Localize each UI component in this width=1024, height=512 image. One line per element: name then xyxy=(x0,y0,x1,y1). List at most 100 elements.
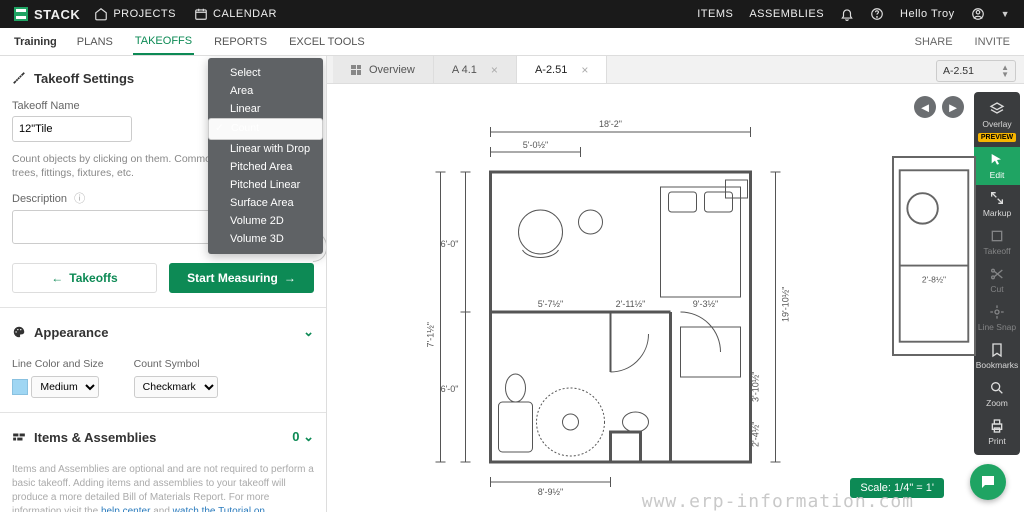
page-tab-2[interactable]: A-2.51 × xyxy=(517,56,607,83)
stepper-icon: ▲▼ xyxy=(1001,64,1009,78)
adjacent-plan-peek: 2'-8½" xyxy=(892,156,976,356)
prev-page-button[interactable]: ◄ xyxy=(914,96,936,118)
measure-type-option[interactable]: Select xyxy=(208,64,323,82)
svg-text:9'-3½": 9'-3½" xyxy=(693,299,718,309)
measure-type-option[interactable]: Pitched Area xyxy=(208,158,323,176)
takeoff-settings-title: Takeoff Settings xyxy=(34,71,134,86)
svg-text:7'-1½": 7'-1½" xyxy=(426,322,436,347)
close-icon[interactable]: × xyxy=(581,63,588,77)
measure-type-option[interactable]: Volume 3D xyxy=(208,230,323,248)
start-measuring-button[interactable]: Start Measuring → xyxy=(169,263,314,293)
page-picker[interactable]: A-2.51 ▲▼ xyxy=(936,60,1016,82)
takeoff-name-input[interactable] xyxy=(12,116,132,142)
items-count-badge: 0 ⌄ xyxy=(292,429,314,445)
rail-markup[interactable]: Markup xyxy=(974,185,1020,223)
line-color-label: Line Color and Size xyxy=(12,358,104,370)
project-name: Training xyxy=(14,36,57,48)
arrow-left-icon: ◄ xyxy=(919,100,932,115)
nav-projects[interactable]: PROJECTS xyxy=(94,7,176,21)
brand[interactable]: STACK xyxy=(14,7,80,22)
svg-text:5'-0½": 5'-0½" xyxy=(523,140,548,150)
caret-down-icon[interactable]: ▼ xyxy=(1001,9,1010,19)
rail-linesnap[interactable]: Line Snap xyxy=(974,299,1020,337)
print-icon xyxy=(989,418,1005,434)
page-tab-bar: Overview A 4.1 × A-2.51 × A-2.51 ▲▼ xyxy=(327,56,1024,84)
measure-type-option[interactable]: Linear xyxy=(208,100,323,118)
items-assemblies-header[interactable]: Items & Assemblies 0 ⌄ xyxy=(12,425,314,455)
line-color-swatch[interactable] xyxy=(12,379,28,395)
tab-excel-tools[interactable]: EXCEL TOOLS xyxy=(287,30,367,54)
help-icon[interactable] xyxy=(870,7,884,21)
top-bar: STACK PROJECTS CALENDAR ITEMS ASSEMBLIES… xyxy=(0,0,1024,28)
back-to-takeoffs-button[interactable]: ← Takeoffs xyxy=(12,263,157,293)
zoom-icon xyxy=(989,380,1005,396)
rail-print[interactable]: Print xyxy=(974,413,1020,451)
back-button-label: Takeoffs xyxy=(69,271,117,285)
svg-text:3'-10½": 3'-10½" xyxy=(751,372,761,402)
svg-text:6'-0": 6'-0" xyxy=(441,239,459,249)
count-symbol-label: Count Symbol xyxy=(134,358,218,370)
bell-icon[interactable] xyxy=(840,7,854,21)
nav-calendar-label: CALENDAR xyxy=(213,8,277,20)
chat-icon xyxy=(979,473,997,491)
cursor-icon xyxy=(989,152,1005,168)
appearance-header[interactable]: Appearance ⌄ xyxy=(12,314,314,350)
tab-takeoffs[interactable]: TAKEOFFS xyxy=(133,29,194,55)
rail-zoom[interactable]: Zoom xyxy=(974,375,1020,413)
nav-assemblies[interactable]: ASSEMBLIES xyxy=(749,8,824,20)
rail-edit[interactable]: Edit xyxy=(974,147,1020,185)
help-center-link[interactable]: help center xyxy=(101,506,150,512)
expand-icon xyxy=(989,190,1005,206)
nav-items[interactable]: ITEMS xyxy=(697,8,733,20)
share-link[interactable]: SHARE xyxy=(915,36,953,48)
line-size-select[interactable]: Medium xyxy=(31,376,99,398)
page-tab-1-label: A 4.1 xyxy=(452,64,477,76)
next-page-button[interactable]: ► xyxy=(942,96,964,118)
svg-text:8'-9½": 8'-9½" xyxy=(538,487,563,497)
start-button-label: Start Measuring xyxy=(187,271,278,285)
count-symbol-select[interactable]: Checkmark xyxy=(134,376,218,398)
preview-badge: PREVIEW xyxy=(978,133,1016,142)
svg-text:5'-7½": 5'-7½" xyxy=(538,299,563,309)
measure-type-option[interactable]: Volume 2D xyxy=(208,212,323,230)
tab-overview-label: Overview xyxy=(369,64,415,76)
brand-text: STACK xyxy=(34,7,80,22)
tab-reports[interactable]: REPORTS xyxy=(212,30,269,54)
page-tab-1[interactable]: A 4.1 × xyxy=(434,56,517,83)
rail-takeoff[interactable]: Takeoff xyxy=(974,223,1020,261)
snap-icon xyxy=(989,304,1005,320)
page-picker-value: A-2.51 xyxy=(943,65,974,77)
items-help-text: Items and Assemblies are optional and ar… xyxy=(12,463,314,512)
rail-cut[interactable]: Cut xyxy=(974,261,1020,299)
info-icon[interactable]: ⓘ xyxy=(74,193,85,205)
scissors-icon xyxy=(989,266,1005,282)
calendar-icon xyxy=(194,7,208,21)
close-icon[interactable]: × xyxy=(491,63,498,77)
chat-widget[interactable] xyxy=(970,464,1006,500)
sidebar: Takeoff Settings ⌄ Takeoff Name Count ob… xyxy=(0,56,327,512)
ruler-icon xyxy=(12,71,26,85)
measure-type-option[interactable]: Count xyxy=(208,118,323,140)
arrow-right-icon: → xyxy=(284,271,296,285)
watermark: www.erp-information.com xyxy=(642,491,914,512)
svg-text:2'-11½": 2'-11½" xyxy=(616,299,646,309)
page-tab-2-label: A-2.51 xyxy=(535,64,567,76)
tab-overview[interactable]: Overview xyxy=(333,56,434,83)
floorplan-viewport[interactable]: 18'-2" 5'-0½" 6'-0" 6'-0" 7'-1½" 8'-9½" … xyxy=(367,102,914,502)
user-menu-icon[interactable] xyxy=(971,7,985,21)
measure-type-option[interactable]: Area xyxy=(208,82,323,100)
rail-bookmarks[interactable]: Bookmarks xyxy=(974,337,1020,375)
measure-type-option[interactable]: Surface Area xyxy=(208,194,323,212)
tool-rail: Overlay PREVIEW Edit Markup Takeoff Cut xyxy=(974,92,1020,455)
home-icon xyxy=(94,7,108,21)
measure-type-option[interactable]: Linear with Drop xyxy=(208,140,323,158)
user-greeting: Hello Troy xyxy=(900,8,955,20)
nav-calendar[interactable]: CALENDAR xyxy=(194,7,277,21)
svg-text:19'-10½": 19'-10½" xyxy=(781,287,791,322)
rail-overlay[interactable]: Overlay PREVIEW xyxy=(974,96,1020,147)
invite-link[interactable]: INVITE xyxy=(975,36,1010,48)
layers-icon xyxy=(989,101,1005,117)
measure-type-option[interactable]: Pitched Linear xyxy=(208,176,323,194)
tab-plans[interactable]: PLANS xyxy=(75,30,115,54)
chevron-down-icon: ⌄ xyxy=(303,324,314,340)
